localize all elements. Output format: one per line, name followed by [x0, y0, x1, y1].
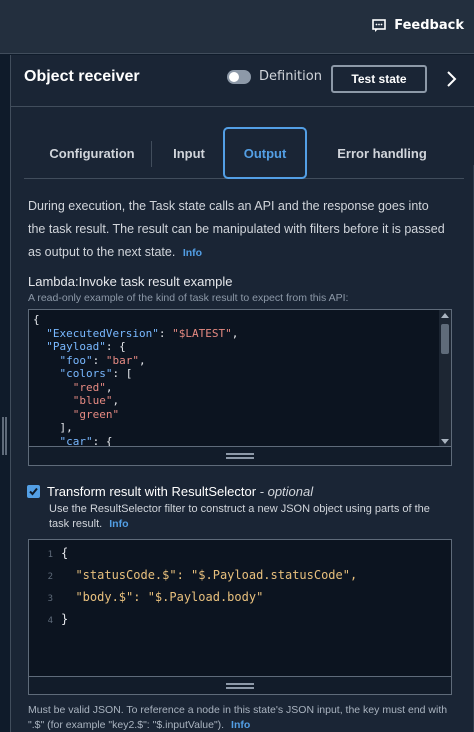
- panel-header: Object receiver Definition Test state: [11, 55, 474, 107]
- feedback-icon: [372, 18, 387, 32]
- info-link[interactable]: Info: [109, 518, 128, 530]
- definition-toggle[interactable]: Definition: [227, 69, 322, 84]
- info-link[interactable]: Info: [183, 247, 202, 259]
- description-text: During execution, the Task state calls a…: [28, 199, 445, 259]
- example-label: Lambda:Invoke task result example: [28, 274, 233, 289]
- json-footnote: Must be valid JSON. To reference a node …: [28, 704, 448, 731]
- toggle-label: Definition: [259, 69, 322, 84]
- code-resize-handle[interactable]: [28, 446, 452, 466]
- toggle-switch[interactable]: [227, 69, 251, 84]
- test-state-button[interactable]: Test state: [331, 65, 427, 93]
- tab-error-handling[interactable]: Error handling: [324, 127, 440, 179]
- result-selector-editor[interactable]: 1{ 2 "statusCode.$": "$.Payload.statusCo…: [28, 539, 452, 676]
- resize-handle[interactable]: [2, 417, 7, 455]
- feedback-label: Feedback: [394, 18, 464, 33]
- top-bar: Feedback: [0, 0, 474, 54]
- chevron-right-icon[interactable]: [445, 69, 459, 89]
- left-panel-edge: [0, 55, 11, 732]
- example-sublabel: A read-only example of the kind of task …: [28, 292, 349, 304]
- tab-input[interactable]: Input: [159, 127, 219, 179]
- tab-bar: Configuration Input Output Error handlin…: [24, 127, 464, 179]
- example-code-viewer: { "ExecutedVersion": "$LATEST", "Payload…: [28, 309, 452, 446]
- tab-output[interactable]: Output: [223, 127, 307, 179]
- code-line: 1{: [47, 546, 69, 560]
- tab-configuration[interactable]: Configuration: [37, 127, 147, 179]
- state-inspector-panel: Object receiver Definition Test state Co…: [11, 55, 474, 732]
- transform-label: Transform result with ResultSelector - o…: [47, 484, 314, 499]
- info-link[interactable]: Info: [231, 719, 250, 731]
- code-scrollbar[interactable]: [439, 310, 451, 446]
- editor-resize-handle[interactable]: [28, 676, 452, 695]
- feedback-button[interactable]: Feedback: [372, 18, 464, 33]
- example-code: { "ExecutedVersion": "$LATEST", "Payload…: [33, 313, 239, 446]
- tab-divider: [151, 141, 152, 167]
- code-line: 4}: [47, 612, 69, 626]
- transform-checkbox[interactable]: [27, 485, 40, 498]
- output-description: During execution, the Task state calls a…: [28, 195, 448, 265]
- page-title: Object receiver: [24, 68, 140, 85]
- code-line: 3 "body.$": "$.Payload.body": [47, 590, 264, 604]
- code-line: 2 "statusCode.$": "$.Payload.statusCode"…: [47, 568, 358, 582]
- transform-description: Use the ResultSelector filter to constru…: [49, 503, 430, 530]
